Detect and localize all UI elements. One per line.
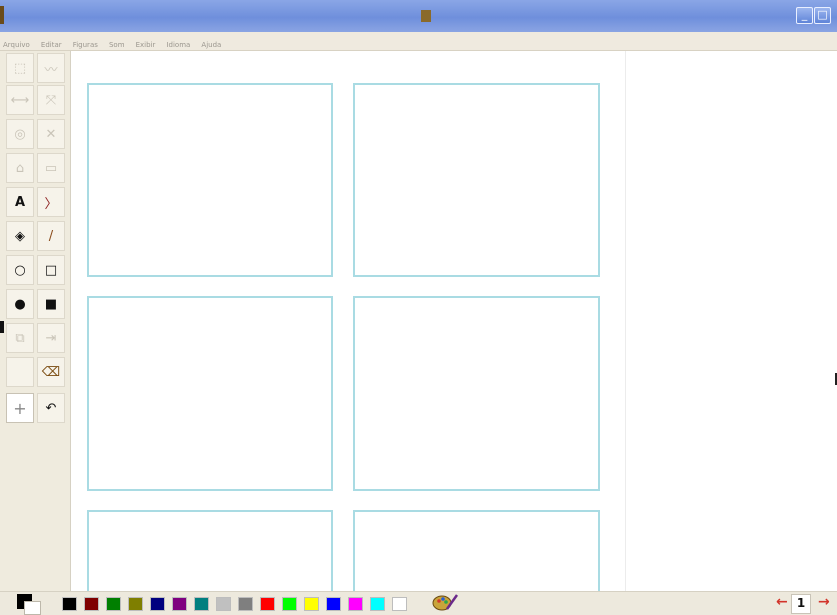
color-swatch[interactable] [150,597,165,611]
crosshair-icon: + [13,398,27,418]
frame-4[interactable] [353,296,600,491]
drawing-canvas[interactable] [71,51,625,600]
freehand-select-icon: 〰 [44,62,58,78]
menu-sound[interactable]: Som [106,37,128,49]
ellipse-filled-icon: ● [14,296,26,312]
undo-tool[interactable]: ↶ [37,393,65,423]
frame-1[interactable] [87,83,333,277]
sound-tool[interactable]: ◈ [6,221,34,251]
rotate-icon: ◎ [14,126,26,142]
flip-vertical-icon: ⤧ [45,92,57,108]
eraser-icon: ⌫ [41,364,61,380]
frame-6[interactable] [353,510,600,600]
rectangle-outline-icon: □ [44,262,58,278]
rotate-tool[interactable]: ◎ [6,119,34,149]
color-swatch[interactable] [62,597,77,611]
line-icon: 〉 [44,196,58,212]
text-tool[interactable]: A [6,187,34,217]
flip-horizontal-icon: ⟷ [10,92,30,108]
minimize-button[interactable]: _ [796,7,813,24]
color-swatch[interactable] [392,597,407,611]
color-swatch[interactable] [370,597,385,611]
sound-icon: ◈ [15,228,25,244]
color-swatch[interactable] [194,597,209,611]
blank-tool[interactable] [6,357,34,387]
frame-2[interactable] [353,83,600,277]
background-color[interactable] [24,601,41,615]
ellipse-outline-icon: ○ [14,262,26,278]
rectangle-outline-tool[interactable]: □ [37,255,65,285]
color-picker-icon[interactable] [431,592,459,612]
app-icon [0,6,4,24]
frame-tool[interactable]: ▭ [37,153,65,183]
flip-horizontal-tool[interactable]: ⟷ [6,85,34,115]
page-number: 1 [791,594,811,614]
maximize-button[interactable]: □ [814,7,831,24]
window-grip-icon [421,10,431,22]
color-swatch[interactable] [282,597,297,611]
left-edge-marker [0,321,4,333]
menu-shapes[interactable]: Figuras [70,37,101,49]
fill-tool[interactable]: ⌂ [6,153,34,183]
color-swatch[interactable] [238,597,253,611]
next-page-arrow[interactable]: → [818,594,830,610]
rectangle-filled-tool[interactable]: ■ [37,289,65,319]
frame-5[interactable] [87,510,333,600]
scale-tool[interactable]: ✕ [37,119,65,149]
menu-view[interactable]: Exibir [133,37,159,49]
pencil-tool[interactable]: / [37,221,65,251]
eraser-tool[interactable]: ⌫ [37,357,65,387]
pencil-icon: / [48,228,54,244]
title-bar[interactable]: _ □ [0,0,837,32]
menu-language[interactable]: Idioma [163,37,193,49]
text-icon: A [14,194,26,210]
frame-icon: ▭ [44,160,58,176]
menu-edit[interactable]: Editar [38,37,65,49]
color-swatch[interactable] [348,597,363,611]
fill-icon: ⌂ [15,160,25,176]
select-tool[interactable]: ⬚ [6,53,34,83]
select-icon: ⬚ [13,60,27,76]
copy-frame-tool[interactable]: ⧉ [6,323,34,353]
color-swatch[interactable] [106,597,121,611]
color-swatch[interactable] [128,597,143,611]
freehand-select-tool[interactable]: 〰 [37,53,65,83]
menu-file[interactable]: Arquivo [0,37,33,49]
copy-frame-icon: ⧉ [15,330,25,346]
undo-icon: ↶ [45,400,57,416]
color-swatch[interactable] [172,597,187,611]
move-frame-tool[interactable]: ⇥ [37,323,65,353]
frame-3[interactable] [87,296,333,491]
palette-bar [0,591,837,615]
ellipse-outline-tool[interactable]: ○ [6,255,34,285]
color-swatch[interactable] [216,597,231,611]
toolbox: ⬚ 〰 ⟷ ⤧ ◎ ✕ ⌂ ▭ A 〉 ◈ / ○ □ ● ■ ⧉ ⇥ ⌫ + … [0,51,71,591]
crosshair-tool[interactable]: + [6,393,34,423]
move-frame-icon: ⇥ [45,330,57,346]
line-tool[interactable]: 〉 [37,187,65,217]
color-swatch[interactable] [304,597,319,611]
prev-page-arrow[interactable]: ← [776,594,788,610]
rectangle-filled-icon: ■ [44,296,58,312]
menu-help[interactable]: Ajuda [198,37,224,49]
scale-icon: ✕ [45,126,57,142]
right-panel [625,51,837,591]
color-swatch[interactable] [326,597,341,611]
color-swatch[interactable] [84,597,99,611]
menu-bar: Arquivo Editar Figuras Som Exibir Idioma… [0,32,837,51]
color-swatch[interactable] [260,597,275,611]
flip-vertical-tool[interactable]: ⤧ [37,85,65,115]
ellipse-filled-tool[interactable]: ● [6,289,34,319]
